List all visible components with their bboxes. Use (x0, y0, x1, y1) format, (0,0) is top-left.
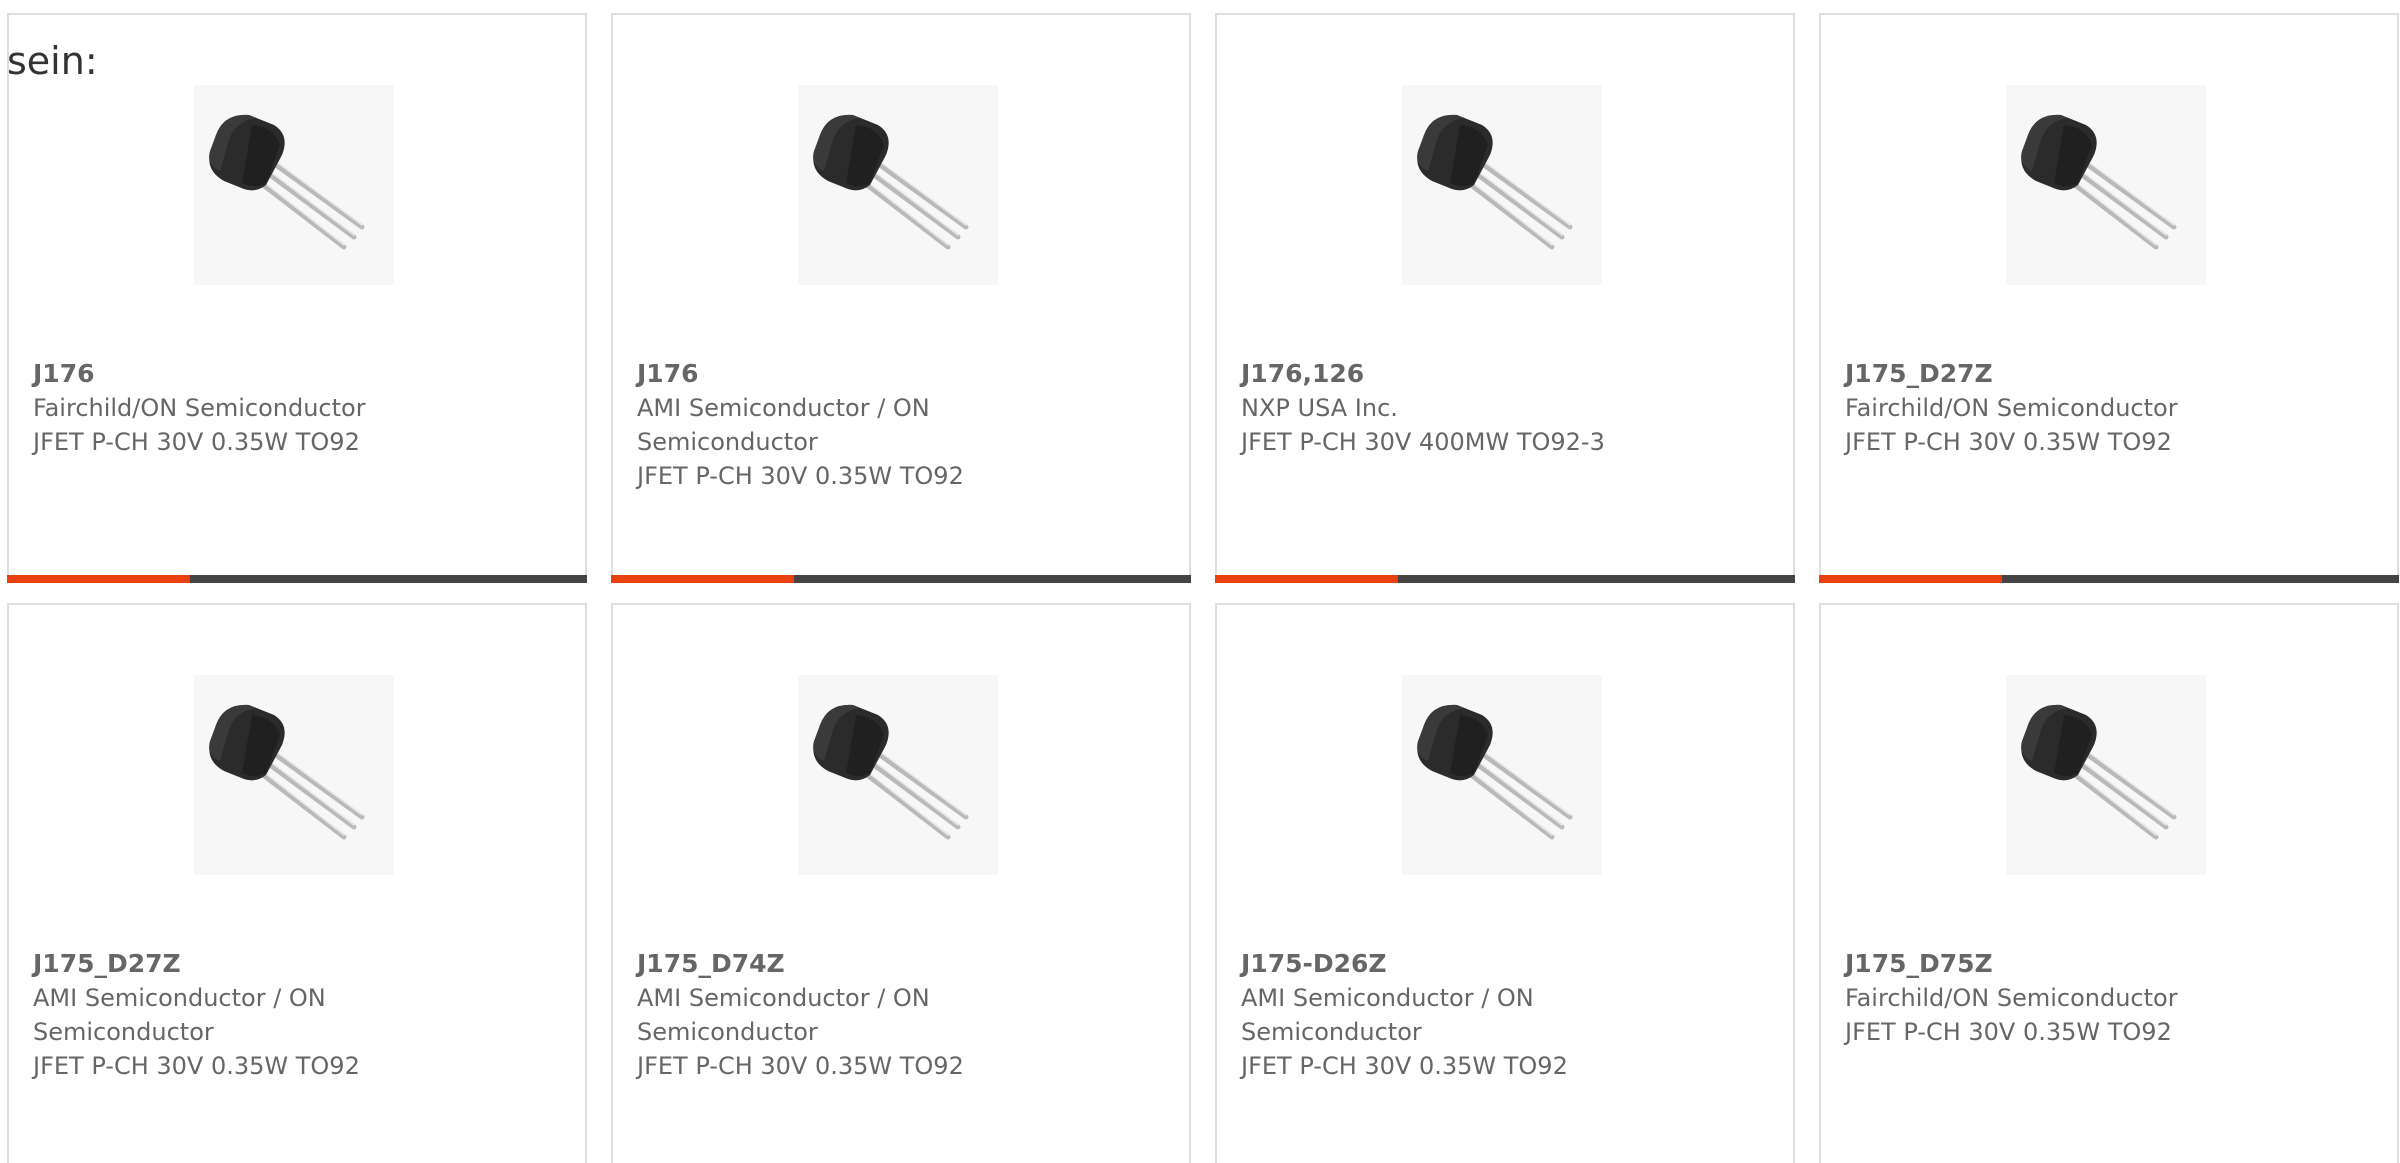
intro-text: sein: (7, 39, 98, 83)
to92-transistor-icon (209, 704, 365, 840)
manufacturer: Fairchild/ON Semiconductor (1845, 391, 2325, 425)
manufacturer-line: Fairchild/ON Semiconductor (1845, 394, 2178, 422)
part-number[interactable]: J175_D27Z (1845, 357, 2325, 391)
manufacturer-line: Semiconductor (33, 1018, 214, 1046)
description: JFET P-CH 30V 0.35W TO92 (637, 1052, 964, 1080)
card-accent-bar (1215, 575, 1398, 583)
description: JFET P-CH 30V 0.35W TO92 (637, 462, 964, 490)
manufacturer: AMI Semiconductor / ON Semiconductor (637, 981, 1117, 1049)
manufacturer-line: Semiconductor (1241, 1018, 1422, 1046)
product-info: J176 Fairchild/ON Semiconductor JFET P-C… (33, 357, 513, 459)
product-card-2[interactable]: J176,126 NXP USA Inc. JFET P-CH 30V 400M… (1215, 13, 1795, 583)
manufacturer-line: NXP USA Inc. (1241, 394, 1398, 422)
to92-transistor-icon (1417, 704, 1573, 840)
manufacturer-line: Fairchild/ON Semiconductor (1845, 984, 2178, 1012)
product-info: J176,126 NXP USA Inc. JFET P-CH 30V 400M… (1241, 357, 1721, 459)
product-info: J175_D74Z AMI Semiconductor / ON Semicond… (637, 947, 1117, 1083)
part-number[interactable]: J176,126 (1241, 357, 1721, 391)
part-number[interactable]: J175_D74Z (637, 947, 1117, 981)
manufacturer-line: AMI Semiconductor / ON (637, 984, 930, 1012)
description: JFET P-CH 30V 0.35W TO92 (33, 428, 360, 456)
product-image[interactable] (194, 675, 394, 875)
to92-transistor-icon (2021, 704, 2177, 840)
description: JFET P-CH 30V 0.35W TO92 (1241, 1052, 1568, 1080)
manufacturer: AMI Semiconductor / ON Semiconductor (1241, 981, 1721, 1049)
product-info: J175-D26Z AMI Semiconductor / ON Semicond… (1241, 947, 1721, 1083)
card-bottom-bar (1819, 575, 2399, 583)
product-image[interactable] (798, 675, 998, 875)
to92-transistor-icon (1417, 114, 1573, 250)
description: JFET P-CH 30V 0.35W TO92 (1845, 1018, 2172, 1046)
part-number[interactable]: J175-D26Z (1241, 947, 1721, 981)
product-info: J175_D75Z Fairchild/ON Semiconductor JFE… (1845, 947, 2325, 1049)
manufacturer: Fairchild/ON Semiconductor (33, 391, 513, 425)
product-info: J175_D27Z AMI Semiconductor / ON Semicond… (33, 947, 513, 1083)
manufacturer: Fairchild/ON Semiconductor (1845, 981, 2325, 1015)
description: JFET P-CH 30V 0.35W TO92 (33, 1052, 360, 1080)
product-info: J176 AMI Semiconductor / ON Semiconductor… (637, 357, 1117, 493)
product-card-6[interactable]: J175-D26Z AMI Semiconductor / ON Semicond… (1215, 603, 1795, 1163)
card-bottom-bar (7, 575, 587, 583)
to92-transistor-icon (813, 704, 969, 840)
card-bottom-bar (1215, 575, 1795, 583)
card-accent-bar (611, 575, 794, 583)
product-info: J175_D27Z Fairchild/ON Semiconductor JFE… (1845, 357, 2325, 459)
manufacturer: AMI Semiconductor / ON Semiconductor (33, 981, 513, 1049)
manufacturer: AMI Semiconductor / ON Semiconductor (637, 391, 1117, 459)
product-image[interactable] (2006, 675, 2206, 875)
to92-transistor-icon (813, 114, 969, 250)
part-number[interactable]: J176 (33, 357, 513, 391)
product-card-5[interactable]: J175_D74Z AMI Semiconductor / ON Semicond… (611, 603, 1191, 1163)
product-image[interactable] (194, 85, 394, 285)
card-bottom-bar (611, 575, 1191, 583)
manufacturer: NXP USA Inc. (1241, 391, 1721, 425)
description: JFET P-CH 30V 400MW TO92-3 (1241, 428, 1605, 456)
card-accent-bar (7, 575, 190, 583)
product-image[interactable] (1402, 675, 1602, 875)
part-number[interactable]: J176 (637, 357, 1117, 391)
manufacturer-line: AMI Semiconductor / ON (33, 984, 326, 1012)
description: JFET P-CH 30V 0.35W TO92 (1845, 428, 2172, 456)
page: J176 Fairchild/ON Semiconductor JFET P-C… (0, 0, 2400, 1163)
part-number[interactable]: J175_D75Z (1845, 947, 2325, 981)
manufacturer-line: Semiconductor (637, 1018, 818, 1046)
to92-transistor-icon (209, 114, 365, 250)
product-grid: J176 Fairchild/ON Semiconductor JFET P-C… (7, 13, 2399, 1163)
product-card-0[interactable]: J176 Fairchild/ON Semiconductor JFET P-C… (7, 13, 587, 583)
manufacturer-line: Semiconductor (637, 428, 818, 456)
product-card-4[interactable]: J175_D27Z AMI Semiconductor / ON Semicond… (7, 603, 587, 1163)
card-accent-bar (1819, 575, 2002, 583)
product-card-7[interactable]: J175_D75Z Fairchild/ON Semiconductor JFE… (1819, 603, 2399, 1163)
manufacturer-line: Fairchild/ON Semiconductor (33, 394, 366, 422)
product-image[interactable] (798, 85, 998, 285)
product-image[interactable] (1402, 85, 1602, 285)
part-number[interactable]: J175_D27Z (33, 947, 513, 981)
manufacturer-line: AMI Semiconductor / ON (637, 394, 930, 422)
to92-transistor-icon (2021, 114, 2177, 250)
product-card-3[interactable]: J175_D27Z Fairchild/ON Semiconductor JFE… (1819, 13, 2399, 583)
product-card-1[interactable]: J176 AMI Semiconductor / ON Semiconductor… (611, 13, 1191, 583)
product-image[interactable] (2006, 85, 2206, 285)
manufacturer-line: AMI Semiconductor / ON (1241, 984, 1534, 1012)
